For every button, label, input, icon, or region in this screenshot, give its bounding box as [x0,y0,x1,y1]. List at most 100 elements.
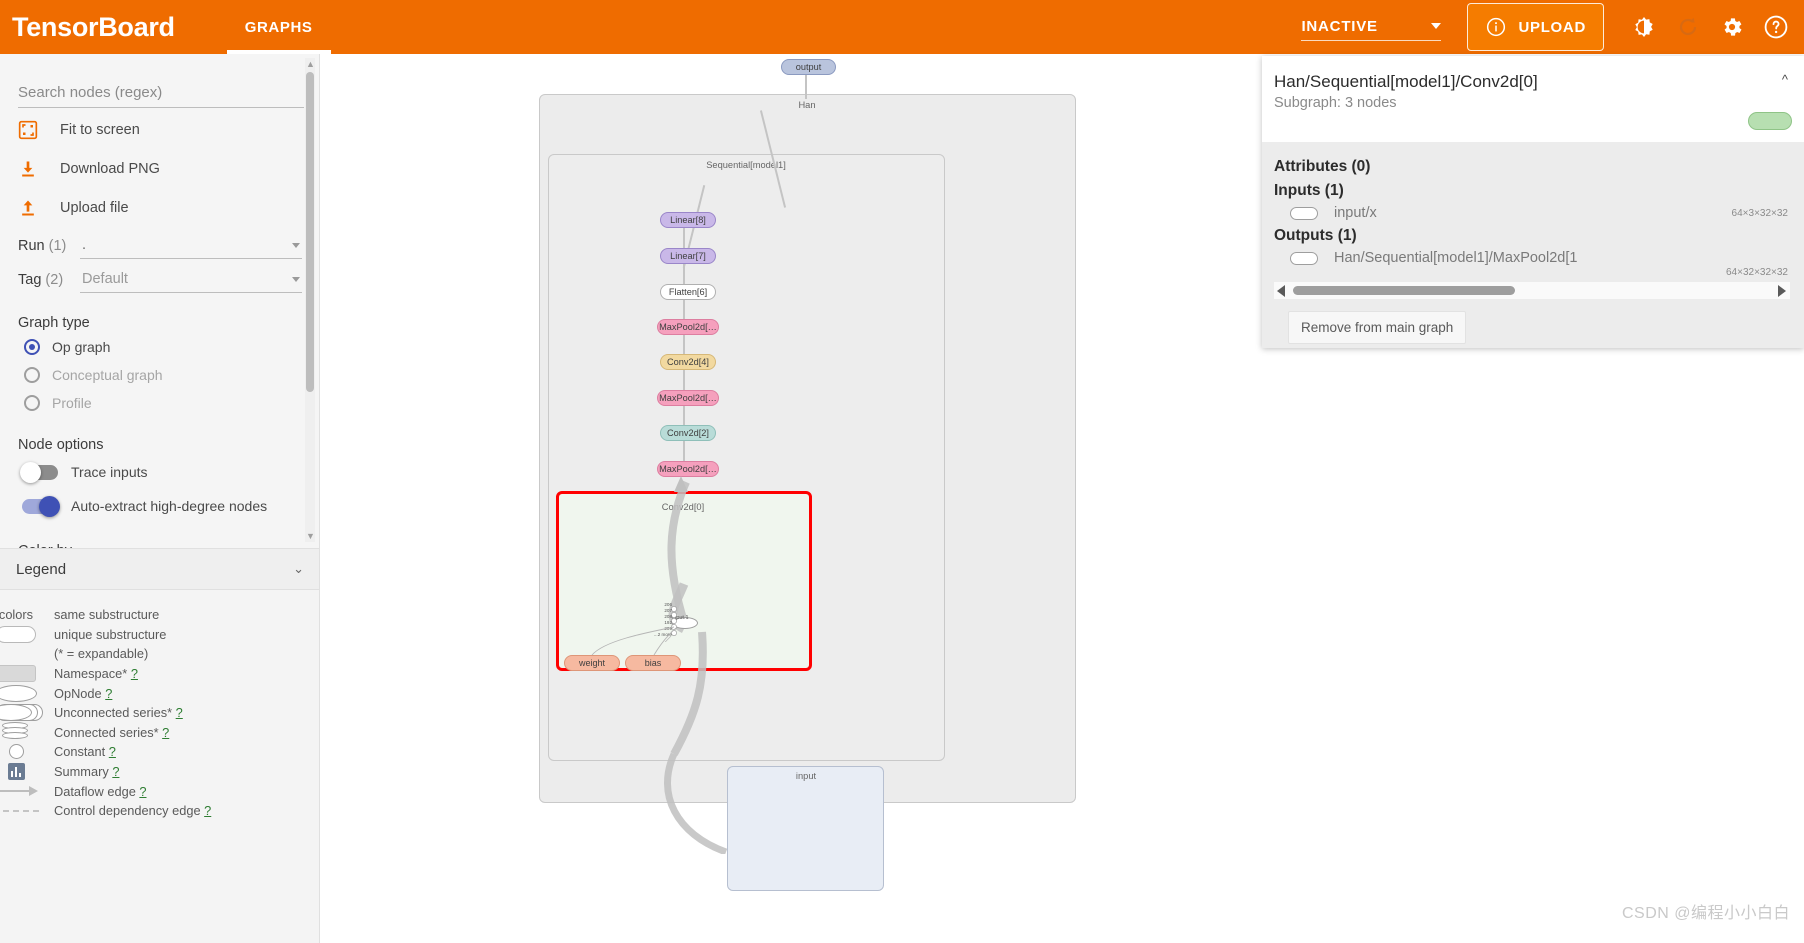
brightness-icon[interactable] [1630,13,1658,41]
info-panel-horizontal-scrollbar[interactable] [1274,282,1790,299]
top-app-bar: TensorBoard GRAPHS INACTIVE UPLOAD [0,0,1804,54]
nav-tabs: GRAPHS [226,0,331,54]
input-shape: 64×3×32×32 [1731,207,1788,219]
toggle-trace-inputs[interactable]: Trace inputs [20,457,302,487]
tag-selector-row: Tag (2) Default [18,271,302,293]
dataflow-edge-icon [0,786,46,797]
help-link[interactable]: ? [112,764,119,779]
refresh-icon[interactable] [1674,13,1702,41]
radio-conceptual-graph[interactable]: Conceptual graph [24,362,302,387]
help-link[interactable]: ? [176,705,183,720]
legend-item-unconnected-series: Unconnected series* ? [0,703,319,723]
legend-label: (* = expandable) [54,646,149,662]
help-link[interactable]: ? [105,686,112,701]
download-icon [18,159,52,179]
legend-body: colors same substructure unique substruc… [0,591,319,943]
node-conv2d-2[interactable]: Conv2d[2] [660,425,716,441]
gear-icon[interactable] [1718,13,1746,41]
legend-label: unique substructure [54,626,167,642]
help-link[interactable]: ? [204,803,211,818]
info-icon [1482,13,1510,41]
scroll-up-icon[interactable]: ▲ [306,59,315,69]
legend-label: Namespace* ? [54,666,138,682]
node-input-label: input [795,771,817,781]
radio-profile[interactable]: Profile [24,390,302,415]
legend-label: OpNode ? [54,685,113,701]
help-link[interactable]: ? [139,784,146,799]
left-sidebar: Fit to screen Download PNG Upload file R… [0,54,320,943]
constant-icon [0,744,46,760]
edge-chain [683,264,685,284]
run-state-dropdown[interactable]: INACTIVE [1301,14,1442,41]
search-input[interactable] [18,81,304,108]
connected-series-icon [0,722,46,742]
upload-button-label: UPLOAD [1518,18,1586,36]
edge-chain [683,335,685,355]
summary-icon [0,763,46,781]
upload-icon [18,198,52,218]
inputs-header: Inputs (1) [1274,182,1344,199]
toggle-switch [20,461,58,483]
radio-op-graph[interactable]: Op graph [24,334,302,359]
toggle-switch [22,495,60,517]
output-row[interactable]: Han/Sequential[model1]/MaxPool2d[1 [1274,250,1790,266]
chevron-down-icon [292,242,300,248]
scrollbar-thumb[interactable] [306,72,314,392]
radio-indicator [24,338,40,355]
run-caption: Run (1) [18,238,67,254]
chevron-up-icon[interactable]: ^ [1782,72,1788,87]
legend-header[interactable]: Legend ⌄ [0,548,319,590]
chevron-down-icon [292,276,300,282]
node-maxpool2d-5[interactable]: MaxPool2d[… [657,319,719,335]
help-link[interactable]: ? [109,744,116,759]
sidebar-scrollbar[interactable]: ▲ ▼ [305,58,315,542]
legend-label: same substructure [54,607,160,623]
tag-selector[interactable]: Default [80,271,302,293]
node-linear-8[interactable]: Linear[8] [660,212,716,228]
input-row[interactable]: input/x 64×3×32×32 [1274,205,1790,221]
edge-output-han [805,75,807,99]
top-icon-group [1630,13,1790,41]
legend-item-expandable-note: (* = expandable) [0,644,319,664]
legend-item-connected-series: Connected series* ? [0,722,319,743]
top-bar-actions: INACTIVE UPLOAD [1301,3,1804,51]
help-link[interactable]: ? [162,725,169,740]
remove-from-main-graph-button[interactable]: Remove from main graph [1288,311,1467,344]
node-output[interactable]: output [781,59,836,75]
legend-item-same-substructure: colors same substructure [0,605,319,625]
node-linear-7[interactable]: Linear[7] [660,248,716,264]
help-link[interactable]: ? [131,666,138,681]
node-input-box[interactable] [727,766,884,891]
group-han-label: Han [798,100,816,110]
fit-to-screen-button[interactable]: Fit to screen [18,112,302,147]
radio-indicator [24,394,40,411]
toggle-auto-extract[interactable]: Auto-extract high-degree nodes [22,491,302,521]
scroll-left-icon[interactable] [1277,284,1285,297]
tab-graphs[interactable]: GRAPHS [226,0,331,54]
chevron-down-icon[interactable]: ⌄ [293,561,304,577]
radio-indicator [24,366,40,383]
info-panel-subtitle: Subgraph: 3 nodes [1274,95,1397,111]
edge-chain [683,300,685,320]
rounded-node-icon [0,625,46,643]
node-flatten-6[interactable]: Flatten[6] [660,284,716,300]
node-conv2d-4[interactable]: Conv2d[4] [660,354,716,370]
scroll-down-icon[interactable]: ▼ [306,531,315,541]
legend-item-dataflow-edge: Dataflow edge ? [0,781,319,801]
run-selector[interactable]: . [80,237,302,259]
scroll-right-icon[interactable] [1778,284,1786,297]
chevron-down-icon [1431,23,1442,29]
sidebar-scroll-region: Fit to screen Download PNG Upload file R… [0,54,319,548]
toggle-trace-inputs-label: Trace inputs [71,464,148,480]
radio-op-graph-label: Op graph [52,338,111,355]
node-maxpool2d-3[interactable]: MaxPool2d[… [657,390,719,406]
upload-file-button[interactable]: Upload file [18,190,302,225]
tag-value: Default [82,271,128,287]
upload-button[interactable]: UPLOAD [1467,3,1604,51]
help-icon[interactable] [1762,13,1790,41]
download-png-button[interactable]: Download PNG [18,151,302,186]
run-value: . [82,237,87,253]
input-name: input/x [1334,205,1377,221]
scrollbar-thumb[interactable] [1293,286,1515,295]
opnode-icon [1290,251,1318,265]
